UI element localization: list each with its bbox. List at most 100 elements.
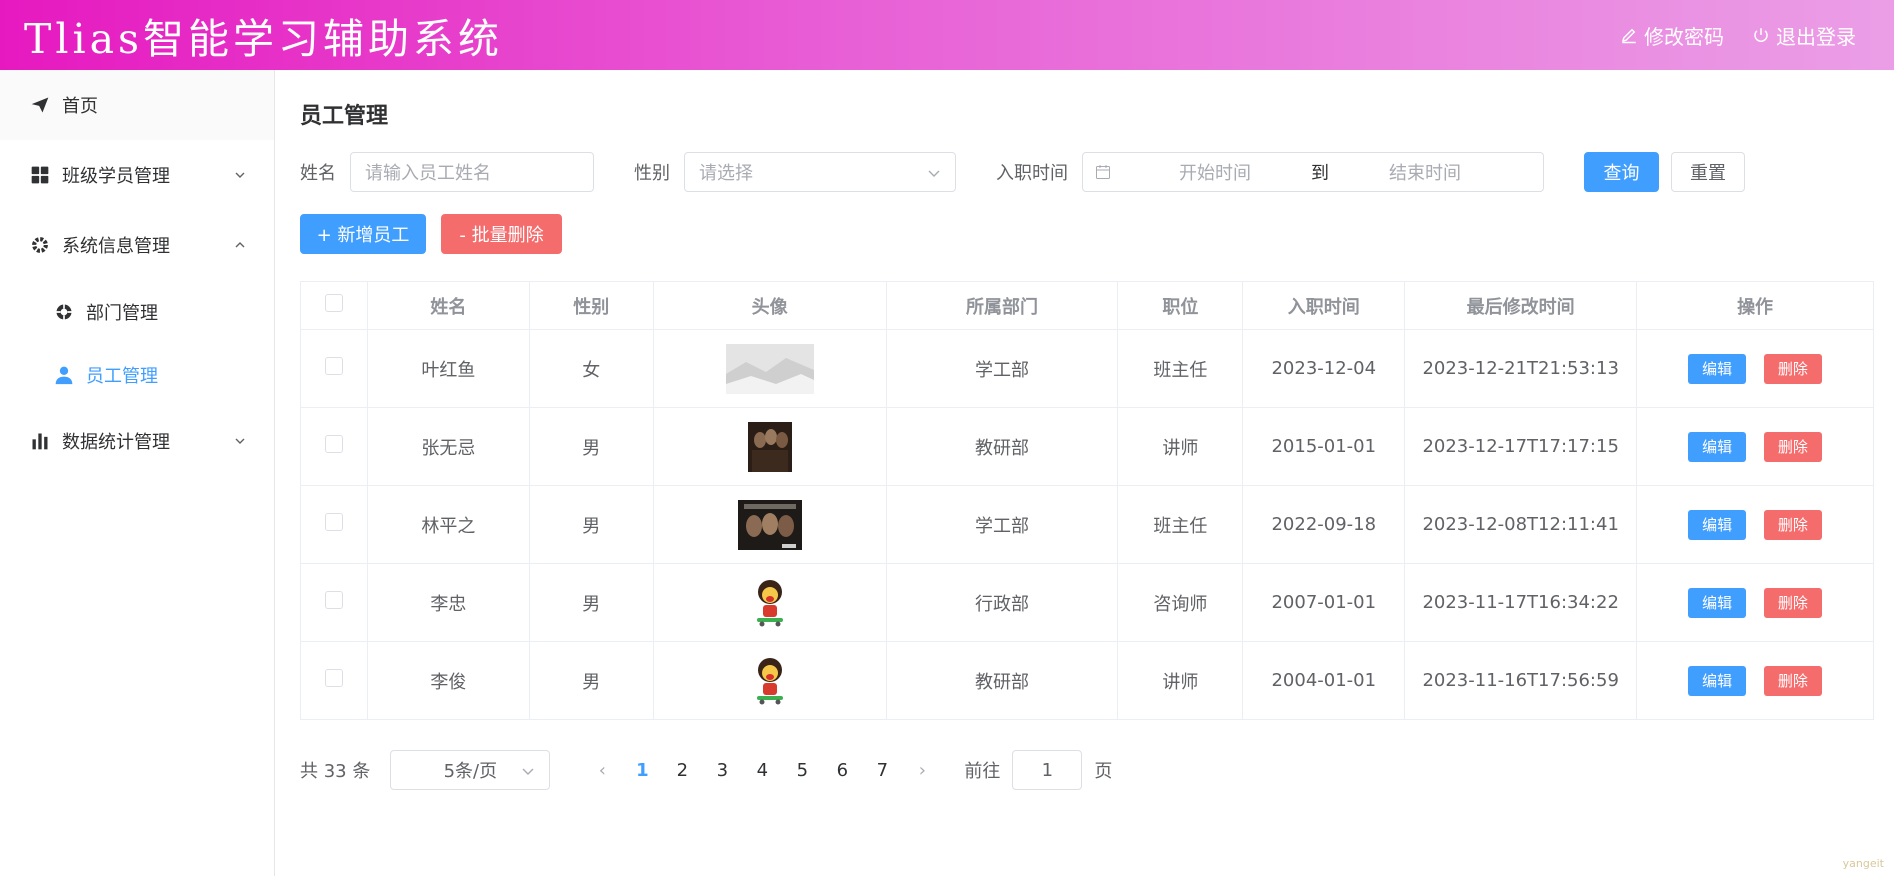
avatar [737, 499, 802, 550]
goto-suffix: 页 [1094, 761, 1113, 782]
prev-page-button[interactable]: ‹ [582, 760, 622, 781]
pagination: 共 33 条 5条/页 ‹ 1 2 3 4 5 6 7 › 前往 1 页 [300, 750, 1112, 790]
sidebar-item-home[interactable]: 首页 [0, 70, 274, 140]
row-checkbox[interactable] [324, 591, 343, 609]
operations-cell: 编辑 删除 [1636, 329, 1874, 408]
table-row: 李俊 男 教研部 讲师 2004-01-01 2023-11-16T17:56:… [300, 641, 1874, 720]
gear-icon [30, 235, 50, 255]
job-cell: 咨询师 [1117, 563, 1244, 642]
calendar-icon [1096, 165, 1110, 179]
row-select-cell [300, 563, 368, 642]
employee-table: 姓名 性别 头像 所属部门 职位 入职时间 最后修改时间 操作 叶红鱼 女 学工… [300, 281, 1874, 720]
delete-button[interactable]: 删除 [1763, 665, 1822, 696]
name-cell: 林平之 [366, 485, 530, 564]
gender-label: 性别 [634, 163, 670, 184]
delete-button[interactable]: 删除 [1763, 431, 1822, 462]
avatar-cell [652, 407, 887, 486]
sidebar-item-employee[interactable]: 员工管理 [0, 343, 274, 406]
page-number[interactable]: 5 [782, 760, 822, 781]
query-button[interactable]: 查询 [1584, 152, 1659, 192]
row-checkbox[interactable] [324, 669, 343, 687]
edit-button[interactable]: 编辑 [1688, 431, 1747, 462]
page-size-select[interactable]: 5条/页 [390, 750, 551, 790]
select-all-checkbox[interactable] [324, 294, 343, 312]
operations-cell: 编辑 删除 [1636, 563, 1874, 642]
edit-button[interactable]: 编辑 [1688, 665, 1747, 696]
table-row: 李忠 男 行政部 咨询师 2007-01-01 2023-11-17T16:34… [300, 563, 1874, 642]
row-select-cell [300, 641, 368, 720]
avatar-cell [652, 485, 887, 564]
sidebar-item-class-student[interactable]: 班级学员管理 [0, 140, 274, 210]
select-all-cell [300, 281, 368, 330]
name-cell: 李忠 [366, 563, 530, 642]
name-label: 姓名 [300, 163, 336, 184]
logout-label: 退出登录 [1776, 24, 1856, 49]
avatar-cell [652, 641, 887, 720]
start-date-placeholder: 开始时间 [1179, 163, 1251, 184]
sidebar-item-label: 首页 [62, 96, 98, 117]
logout-link[interactable]: 退出登录 [1752, 21, 1856, 50]
chevron-down-icon [522, 768, 534, 775]
sidebar-item-statistics[interactable]: 数据统计管理 [0, 406, 274, 476]
gender-cell: 男 [528, 563, 654, 642]
change-password-link[interactable]: 修改密码 [1620, 21, 1724, 50]
chevron-down-icon [235, 172, 245, 178]
batch-delete-button[interactable]: - 批量删除 [441, 214, 562, 254]
department-cell: 学工部 [885, 329, 1119, 408]
send-icon [30, 95, 50, 115]
next-page-button[interactable]: › [902, 760, 942, 781]
end-date-placeholder: 结束时间 [1389, 163, 1461, 184]
updated-time-cell: 2023-12-21T21:53:13 [1404, 329, 1638, 408]
change-password-label: 修改密码 [1644, 24, 1724, 49]
user-icon [54, 365, 74, 385]
department-cell: 行政部 [885, 563, 1119, 642]
sidebar-item-department[interactable]: 部门管理 [0, 280, 274, 343]
job-cell: 班主任 [1117, 485, 1244, 564]
gender-cell: 男 [528, 407, 654, 486]
edit-button[interactable]: 编辑 [1688, 587, 1747, 618]
page-number[interactable]: 7 [862, 760, 902, 781]
edit-icon [1621, 28, 1636, 44]
main-content: 员工管理 姓名 请输入员工姓名 性别 请选择 入职时间 开始时间 到 结束时间 … [276, 70, 1894, 876]
sidebar-item-system-info[interactable]: 系统信息管理 [0, 210, 274, 280]
page-number[interactable]: 3 [702, 760, 742, 781]
avatar-cell [652, 563, 887, 642]
app-title: Tlias智能学习辅助系统 [24, 15, 504, 63]
gender-cell: 男 [528, 641, 654, 720]
department-cell: 教研部 [885, 407, 1119, 486]
row-checkbox[interactable] [324, 513, 343, 531]
updated-time-cell: 2023-12-17T17:17:15 [1404, 407, 1638, 486]
page-number[interactable]: 2 [662, 760, 702, 781]
delete-button[interactable]: 删除 [1763, 587, 1822, 618]
page-number[interactable]: 6 [822, 760, 862, 781]
gender-select[interactable]: 请选择 [684, 152, 956, 192]
column-header: 姓名 [366, 281, 530, 330]
add-employee-button[interactable]: + 新增员工 [300, 214, 426, 254]
reset-button[interactable]: 重置 [1671, 152, 1745, 192]
column-header: 性别 [528, 281, 654, 330]
goto-prefix: 前往 [964, 761, 1001, 782]
header-actions: 修改密码 退出登录 [1620, 21, 1894, 50]
entry-date-range-picker[interactable]: 开始时间 到 结束时间 [1082, 152, 1544, 192]
page-number[interactable]: 4 [742, 760, 782, 781]
delete-button[interactable]: 删除 [1763, 509, 1822, 540]
goto-page-input[interactable]: 1 [1012, 750, 1083, 790]
table-row: 林平之 男 学工部 班主任 2022-09-18 2023-12-08T12:1… [300, 485, 1874, 564]
page-list: ‹ 1 2 3 4 5 6 7 › [582, 760, 942, 781]
updated-time-cell: 2023-12-08T12:11:41 [1404, 485, 1638, 564]
help-buoy-icon [54, 302, 74, 322]
row-checkbox[interactable] [324, 435, 343, 453]
chevron-up-icon [235, 242, 245, 248]
edit-button[interactable]: 编辑 [1688, 353, 1747, 384]
row-checkbox[interactable] [324, 357, 343, 375]
page-title: 员工管理 [300, 104, 389, 129]
page-number[interactable]: 1 [622, 760, 662, 781]
name-placeholder: 请输入员工姓名 [365, 163, 491, 184]
edit-button[interactable]: 编辑 [1688, 509, 1747, 540]
avatar [747, 421, 792, 472]
name-search-input[interactable]: 请输入员工姓名 [350, 152, 594, 192]
gender-placeholder: 请选择 [699, 163, 753, 184]
entry-date-cell: 2023-12-04 [1242, 329, 1406, 408]
delete-button[interactable]: 删除 [1763, 353, 1822, 384]
sidebar-item-label: 班级学员管理 [62, 166, 170, 187]
